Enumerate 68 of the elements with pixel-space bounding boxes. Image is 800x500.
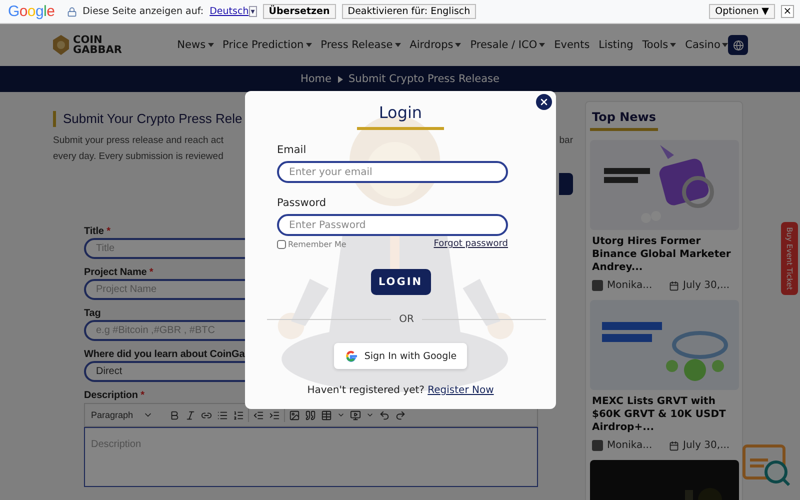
language-link[interactable]: Deutsch xyxy=(210,6,249,17)
avatar-icon xyxy=(592,280,603,291)
field-label: Email xyxy=(277,144,308,157)
quote-icon[interactable] xyxy=(304,408,318,422)
translate-button[interactable]: Übersetzen xyxy=(262,4,336,19)
calendar-icon xyxy=(669,440,679,450)
field-label: Title * xyxy=(84,225,110,238)
disable-button[interactable]: Deaktivieren für: Englisch xyxy=(342,4,476,19)
google-sign-in-button[interactable]: Sign In with Google xyxy=(334,343,467,369)
field-label: Password xyxy=(277,197,328,210)
google-logo: Google xyxy=(8,3,55,20)
news-title[interactable]: Utorg Hires Former Binance Global Marketer Andrey... xyxy=(590,235,738,274)
close-icon xyxy=(539,97,549,107)
checkbox-label: Remember Me xyxy=(288,240,346,248)
options-button[interactable]: Optionen ▼ xyxy=(709,4,775,19)
nav-link[interactable]: Casino xyxy=(685,39,728,51)
breadcrumb-current: Submit Crypto Press Release xyxy=(348,73,500,85)
nav-link[interactable]: Price Prediction xyxy=(222,39,312,51)
field-label: Description * xyxy=(84,389,144,402)
news-title[interactable]: MEXC Lists GRVT with $60K GRVT & 10K USDT Airdrop+... xyxy=(590,395,738,434)
nav-link[interactable]: Airdrops xyxy=(410,39,462,51)
intro-text: Submit your press release and reach act every day. Every submission is reviewed xyxy=(53,134,224,164)
page-heading: Submit Your Crypto Press Rele xyxy=(53,111,242,127)
avatar-icon xyxy=(592,440,603,451)
media-icon[interactable] xyxy=(349,408,362,422)
close-button[interactable] xyxy=(536,94,552,110)
language-dropdown[interactable]: ▾ xyxy=(248,6,257,17)
intro-text: bar xyxy=(559,134,573,148)
news-date: July 30,... xyxy=(683,440,730,451)
field-label: Tag xyxy=(84,307,101,320)
format-select[interactable]: Paragraph xyxy=(91,410,154,420)
site-logo[interactable]: COIN GABBAR xyxy=(73,35,122,55)
author-name: Monika... xyxy=(607,280,654,291)
nav-link[interactable]: Listing xyxy=(598,39,634,51)
field-label: Where did you learn about CoinGa xyxy=(84,348,245,361)
undo-icon[interactable] xyxy=(378,408,392,422)
nav-link[interactable]: Press Release xyxy=(320,39,401,51)
dialog-title: Login xyxy=(356,101,444,130)
nav-link[interactable]: News xyxy=(177,39,214,51)
login-button[interactable]: LOGIN xyxy=(370,269,430,295)
author-name: Monika... xyxy=(607,440,654,451)
table-icon[interactable] xyxy=(320,408,334,422)
register-link[interactable]: Register Now xyxy=(428,385,494,396)
numbered-list-icon[interactable] xyxy=(232,408,246,422)
globe-icon xyxy=(732,40,744,50)
translate-prompt: Diese Seite anzeigen auf: xyxy=(82,6,204,17)
email-input[interactable]: Enter your email xyxy=(277,161,508,183)
calendar-icon xyxy=(669,280,679,290)
section-title: Top News xyxy=(590,108,658,131)
lion-logo-icon xyxy=(52,35,70,55)
register-text: Haven't registered yet? Register Now xyxy=(307,385,494,396)
nav-link[interactable]: Presale / ICO xyxy=(470,39,546,51)
lock-icon xyxy=(66,6,77,16)
remember-checkbox[interactable] xyxy=(277,240,286,248)
nav-link[interactable]: Tools xyxy=(642,39,676,51)
news-date: July 30,... xyxy=(683,280,730,291)
language-button[interactable] xyxy=(728,35,748,55)
redo-icon[interactable] xyxy=(394,408,408,422)
google-icon xyxy=(344,349,358,363)
nav-link[interactable]: Events xyxy=(554,39,590,51)
forgot-password-link[interactable]: Forgot password xyxy=(434,239,508,249)
image-icon[interactable] xyxy=(288,408,302,422)
password-input[interactable]: Enter Password xyxy=(277,214,508,236)
close-button[interactable]: × xyxy=(781,5,794,18)
field-label: Project Name * xyxy=(84,266,154,279)
divider-text: OR xyxy=(399,314,414,325)
breadcrumb-link[interactable]: Home xyxy=(300,73,332,85)
chevron-icon xyxy=(338,76,342,82)
